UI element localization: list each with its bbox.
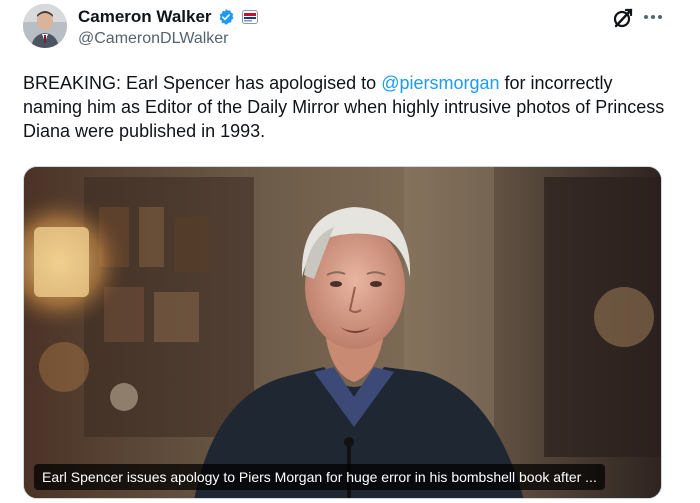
tweet-media[interactable]: Earl Spencer issues apology to Piers Mor… xyxy=(23,166,662,499)
author-name-row: Cameron Walker xyxy=(78,6,258,28)
more-options-icon[interactable] xyxy=(641,8,665,26)
avatar[interactable] xyxy=(23,4,67,48)
tweet: Cameron Walker @CameronDLWalker BREAKING… xyxy=(0,0,700,503)
affiliation-badge-icon[interactable] xyxy=(241,10,258,24)
grok-icon[interactable] xyxy=(612,7,634,29)
author-handle[interactable]: @CameronDLWalker xyxy=(78,30,229,48)
tweet-text: BREAKING: Earl Spencer has apologised to… xyxy=(23,71,673,143)
mention-link[interactable]: @piersmorgan xyxy=(381,73,499,93)
avatar-image xyxy=(23,4,67,48)
author-display-name[interactable]: Cameron Walker xyxy=(78,7,212,27)
media-image xyxy=(24,167,661,498)
tweet-text-part: BREAKING: Earl Spencer has apologised to xyxy=(23,73,382,93)
media-caption: Earl Spencer issues apology to Piers Mor… xyxy=(34,464,605,490)
verified-badge-icon xyxy=(217,8,235,26)
